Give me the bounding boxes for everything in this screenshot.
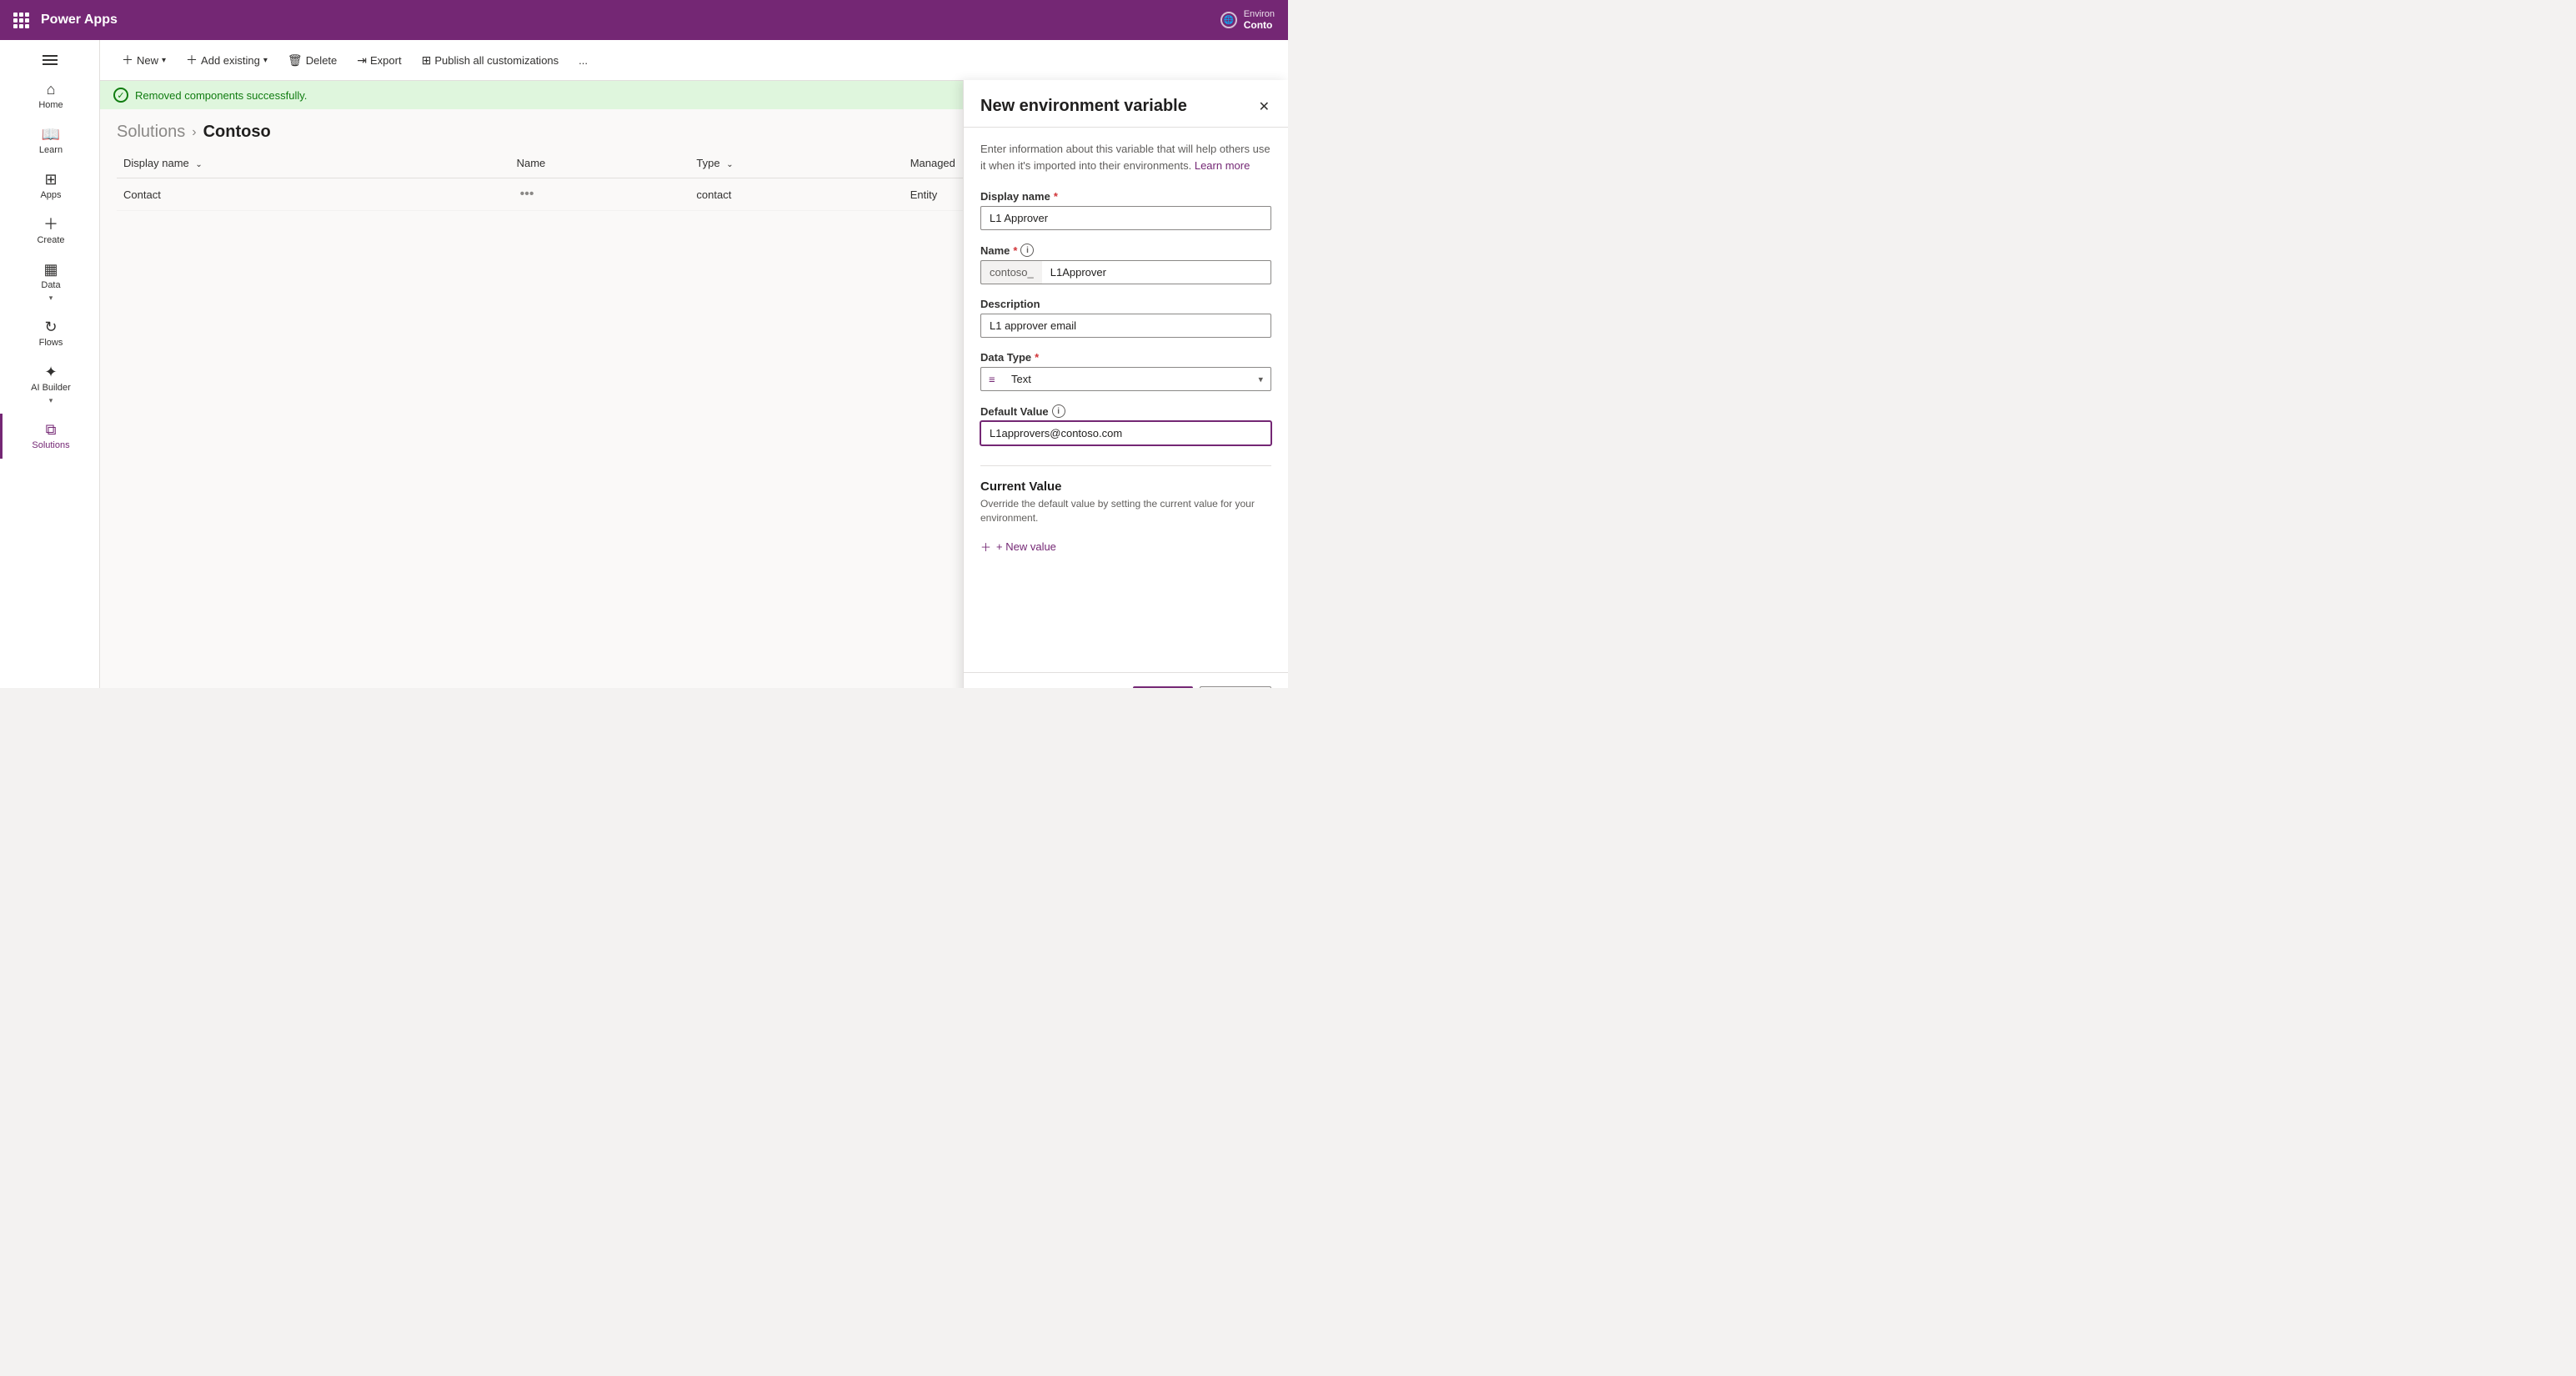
panel-header: New environment variable ✕ — [964, 80, 1288, 128]
sidebar: ⌂ Home 📖 Learn ⊞ Apps ＋ Create ▦ Data ▾ … — [0, 40, 100, 688]
breadcrumb-solutions-link[interactable]: Solutions — [117, 123, 185, 142]
current-value-desc: Override the default value by setting th… — [980, 497, 1271, 525]
sidebar-item-home[interactable]: ⌂ Home — [0, 73, 99, 118]
new-button[interactable]: ＋ New ▾ — [113, 47, 174, 73]
data-chevron-icon: ▾ — [49, 294, 53, 303]
data-type-select[interactable]: Text — [980, 367, 1271, 391]
env-info: Environ Conto — [1244, 9, 1275, 31]
top-nav: Power Apps 🌐 Environ Conto — [0, 0, 1288, 40]
hamburger-button[interactable] — [0, 47, 99, 73]
sidebar-item-learn[interactable]: 📖 Learn — [0, 118, 99, 163]
delete-button[interactable]: 🗑 Delete — [279, 48, 345, 73]
env-globe-icon[interactable]: 🌐 — [1220, 12, 1237, 28]
export-icon: ⇥ — [357, 53, 367, 68]
panel-footer: Save Cancel — [964, 672, 1288, 688]
export-button[interactable]: ⇥ Export — [348, 48, 409, 73]
hamburger-icon — [43, 55, 58, 65]
panel-title: New environment variable — [980, 97, 1187, 116]
new-env-variable-panel: New environment variable ✕ Enter informa… — [963, 80, 1288, 688]
publish-icon: ⊞ — [422, 53, 432, 68]
data-type-required: * — [1035, 351, 1039, 364]
breadcrumb-separator: › — [192, 125, 196, 140]
description-label: Description — [980, 298, 1271, 310]
data-icon: ▦ — [43, 262, 58, 277]
section-divider — [980, 465, 1271, 466]
ai-chevron-icon: ▾ — [49, 396, 53, 405]
row-more-icon[interactable]: ••• — [517, 187, 538, 201]
learn-more-link[interactable]: Learn more — [1195, 159, 1250, 172]
new-value-plus-icon: ＋ — [980, 539, 991, 555]
display-name-label: Display name * — [980, 190, 1271, 203]
new-chevron-icon: ▾ — [162, 56, 166, 65]
default-value-input[interactable] — [980, 421, 1271, 445]
publish-button[interactable]: ⊞ Publish all customizations — [413, 48, 568, 73]
cancel-button[interactable]: Cancel — [1200, 686, 1271, 688]
cell-display-name[interactable]: Contact — [117, 178, 510, 211]
col-header-display-name[interactable]: Display name ⌄ — [117, 148, 510, 178]
name-field-group: contoso_ — [980, 260, 1271, 284]
display-name-required: * — [1054, 190, 1058, 203]
breadcrumb-current: Contoso — [203, 123, 271, 142]
main-content: ＋ New ▾ ＋ Add existing ▾ 🗑 Delete ⇥ Expo… — [100, 40, 1288, 688]
new-plus-icon: ＋ — [122, 52, 133, 68]
col-header-name[interactable]: Name — [510, 148, 690, 178]
solutions-icon: ⧉ — [46, 422, 57, 437]
flows-icon: ↻ — [44, 319, 57, 334]
add-existing-plus-icon: ＋ — [186, 52, 198, 68]
delete-icon: 🗑 — [288, 53, 303, 68]
sidebar-item-ai-builder[interactable]: ✦ AI Builder ▾ — [0, 356, 99, 414]
top-nav-right: 🌐 Environ Conto — [1220, 9, 1275, 31]
sidebar-item-flows[interactable]: ↻ Flows — [0, 311, 99, 356]
data-type-label: Data Type * — [980, 351, 1271, 364]
name-prefix: contoso_ — [980, 260, 1042, 284]
panel-close-button[interactable]: ✕ — [1257, 97, 1271, 117]
current-value-title: Current Value — [980, 480, 1271, 494]
display-name-input[interactable] — [980, 206, 1271, 230]
create-icon: ＋ — [43, 217, 58, 232]
sidebar-item-solutions[interactable]: ⧉ Solutions — [0, 414, 99, 459]
data-type-select-wrapper: ≡ Text ▾ — [980, 367, 1271, 391]
data-type-text-icon: ≡ — [989, 373, 995, 385]
ai-builder-icon: ✦ — [44, 364, 57, 379]
new-value-button[interactable]: ＋ + New value — [980, 535, 1056, 558]
col-header-type[interactable]: Type ⌄ — [689, 148, 903, 178]
sidebar-item-data[interactable]: ▦ Data ▾ — [0, 254, 99, 311]
display-name-sort-icon: ⌄ — [195, 160, 202, 169]
waffle-menu[interactable] — [13, 13, 29, 28]
name-label: Name * i — [980, 244, 1271, 257]
home-icon: ⌂ — [47, 82, 56, 97]
cell-row-actions: ••• — [510, 178, 690, 211]
type-sort-icon: ⌄ — [726, 160, 733, 169]
sidebar-item-apps[interactable]: ⊞ Apps — [0, 163, 99, 208]
name-required: * — [1013, 244, 1017, 257]
app-title: Power Apps — [41, 13, 118, 28]
add-existing-chevron-icon: ▾ — [263, 56, 268, 65]
main-layout: ⌂ Home 📖 Learn ⊞ Apps ＋ Create ▦ Data ▾ … — [0, 40, 1288, 688]
save-button[interactable]: Save — [1133, 686, 1194, 688]
cell-name: contact — [689, 178, 903, 211]
default-value-label: Default Value i — [980, 404, 1271, 418]
add-existing-button[interactable]: ＋ Add existing ▾ — [178, 47, 276, 73]
apps-icon: ⊞ — [44, 172, 57, 187]
default-value-info-icon[interactable]: i — [1052, 404, 1065, 418]
toolbar: ＋ New ▾ ＋ Add existing ▾ 🗑 Delete ⇥ Expo… — [100, 40, 1288, 81]
success-check-icon: ✓ — [113, 88, 128, 103]
panel-description: Enter information about this variable th… — [980, 141, 1271, 173]
panel-body: Enter information about this variable th… — [964, 128, 1288, 672]
learn-icon: 📖 — [42, 127, 60, 142]
more-button[interactable]: ... — [570, 49, 596, 72]
name-suffix-input[interactable] — [1042, 260, 1271, 284]
description-input[interactable] — [980, 314, 1271, 338]
name-info-icon[interactable]: i — [1020, 244, 1034, 257]
sidebar-item-create[interactable]: ＋ Create — [0, 208, 99, 254]
